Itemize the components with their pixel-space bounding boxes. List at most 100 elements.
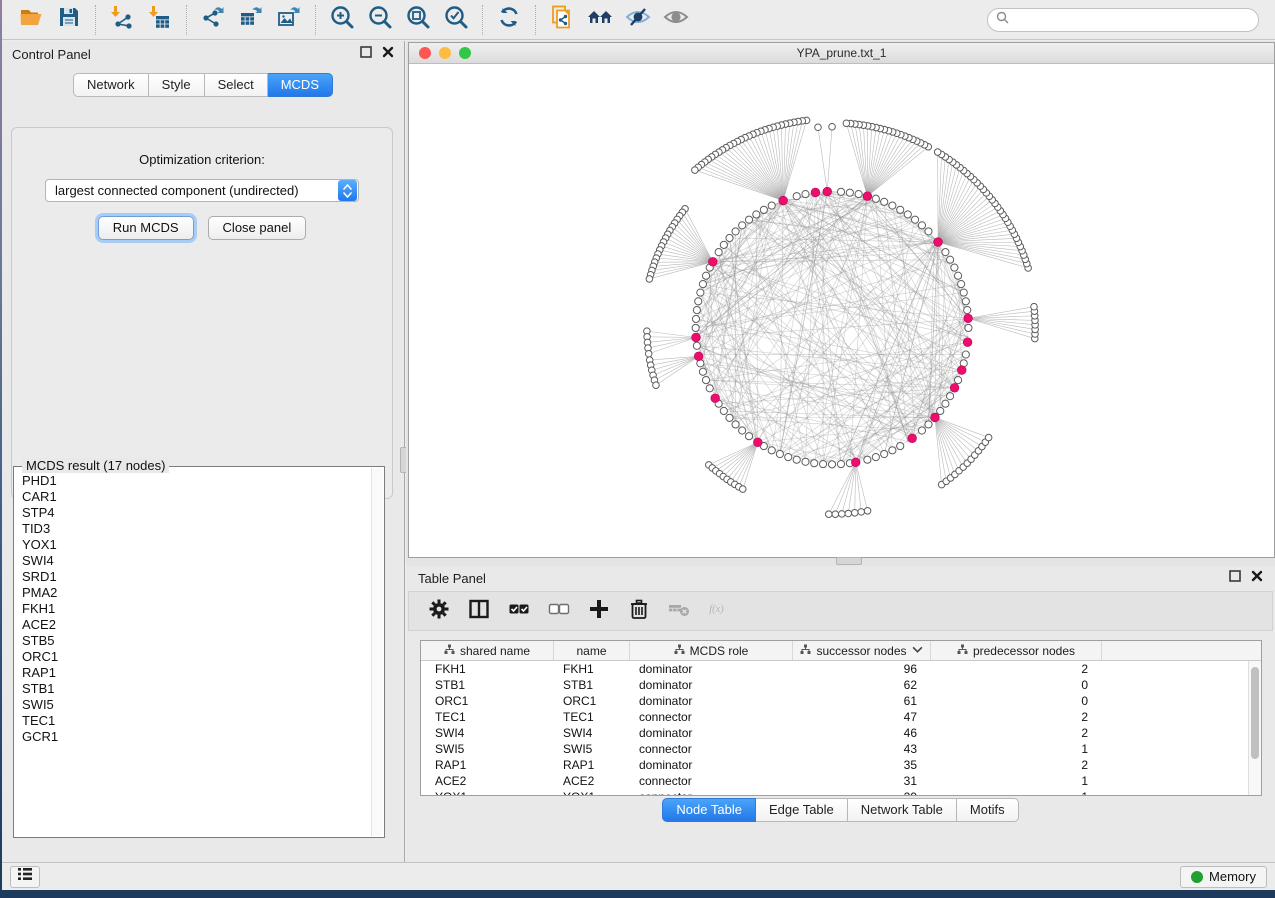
column-header-shared-name[interactable]: shared name [421, 641, 554, 660]
result-item[interactable]: ACE2 [22, 617, 370, 633]
eye-button[interactable] [657, 3, 695, 37]
result-item[interactable]: PMA2 [22, 585, 370, 601]
save-button[interactable] [50, 3, 88, 37]
table-scrollbar[interactable] [1248, 661, 1261, 795]
zoom-selected-button[interactable] [437, 3, 475, 37]
result-item[interactable]: TEC1 [22, 713, 370, 729]
application-window: Control Panel NetworkStyleSelectMCDS Opt… [2, 0, 1275, 890]
deselect-all-button[interactable] [541, 595, 577, 627]
network-window-titlebar[interactable]: YPA_prune.txt_1 [409, 43, 1274, 64]
table-row[interactable]: YOX1YOX1connector291 [421, 789, 1248, 795]
close-window-icon[interactable] [419, 47, 431, 59]
table-cell: 43 [793, 742, 931, 756]
table-row[interactable]: TEC1TEC1connector472 [421, 709, 1248, 725]
result-item[interactable]: CAR1 [22, 489, 370, 505]
import-network-button[interactable] [103, 3, 141, 37]
column-header-name[interactable]: name [554, 641, 630, 660]
table-row[interactable]: STB1STB1dominator620 [421, 677, 1248, 693]
export-table-button[interactable] [232, 3, 270, 37]
tab-style[interactable]: Style [149, 73, 205, 97]
result-item[interactable]: STB1 [22, 681, 370, 697]
search-box[interactable] [987, 8, 1259, 32]
close-panel-button[interactable]: Close panel [208, 216, 307, 240]
network-canvas[interactable] [409, 65, 1274, 557]
export-image-icon [276, 4, 302, 35]
table-cell: connector [630, 710, 793, 724]
table-cell: 1 [931, 774, 1102, 788]
export-image-button[interactable] [270, 3, 308, 37]
table-row[interactable]: FKH1FKH1dominator962 [421, 661, 1248, 677]
table-row[interactable]: ACE2ACE2connector311 [421, 773, 1248, 789]
maximize-window-icon[interactable] [459, 47, 471, 59]
table-cell: 61 [793, 694, 931, 708]
float-table-panel-icon[interactable] [1229, 569, 1241, 587]
table-cell: dominator [630, 758, 793, 772]
export-network-button[interactable] [194, 3, 232, 37]
export-web-button[interactable] [543, 3, 581, 37]
result-scrollbar[interactable] [371, 468, 383, 836]
columns-button[interactable] [461, 595, 497, 627]
result-item[interactable]: SRD1 [22, 569, 370, 585]
result-item[interactable]: PHD1 [22, 473, 370, 489]
result-item[interactable]: YOX1 [22, 537, 370, 553]
optimization-criterion-select[interactable]: largest connected component (undirected) [45, 179, 359, 202]
result-item[interactable]: SWI5 [22, 697, 370, 713]
table-row[interactable]: RAP1RAP1dominator352 [421, 757, 1248, 773]
column-header-successor-nodes[interactable]: successor nodes [793, 641, 931, 660]
tab-select[interactable]: Select [205, 73, 268, 97]
add-button[interactable] [581, 595, 617, 627]
float-panel-icon[interactable] [360, 45, 372, 63]
zoom-fit-button[interactable] [399, 3, 437, 37]
tab-motifs[interactable]: Motifs [957, 798, 1019, 822]
task-history-button[interactable] [10, 866, 40, 888]
tab-edge-table[interactable]: Edge Table [756, 798, 848, 822]
table-row[interactable]: SWI5SWI5connector431 [421, 741, 1248, 757]
memory-button[interactable]: Memory [1180, 866, 1267, 888]
table-cell: FKH1 [421, 662, 554, 676]
table-cell: FKH1 [554, 662, 630, 676]
table-cell: connector [630, 790, 793, 795]
columns-icon [468, 598, 490, 625]
table-cell: 2 [931, 758, 1102, 772]
refresh-button[interactable] [490, 3, 528, 37]
table-cell: ORC1 [554, 694, 630, 708]
trash-button[interactable] [621, 595, 657, 627]
optimization-criterion-label: Optimization criterion: [12, 152, 392, 167]
houses-button[interactable] [581, 3, 619, 37]
close-panel-icon[interactable] [382, 45, 394, 63]
table-row[interactable]: ORC1ORC1dominator610 [421, 693, 1248, 709]
open-button[interactable] [12, 3, 50, 37]
minimize-window-icon[interactable] [439, 47, 451, 59]
tab-network[interactable]: Network [73, 73, 149, 97]
eye-slash-button[interactable] [619, 3, 657, 37]
column-header-predecessor-nodes[interactable]: predecessor nodes [931, 641, 1102, 660]
column-header-MCDS-role[interactable]: MCDS role [630, 641, 793, 660]
horizontal-splitter-handle[interactable] [836, 557, 862, 565]
table-scrollbar-thumb[interactable] [1251, 667, 1259, 759]
tab-network-table[interactable]: Network Table [848, 798, 957, 822]
import-table-button[interactable] [141, 3, 179, 37]
result-item[interactable]: STP4 [22, 505, 370, 521]
table-cell: SWI4 [421, 726, 554, 740]
result-item[interactable]: SWI4 [22, 553, 370, 569]
result-item[interactable]: RAP1 [22, 665, 370, 681]
run-mcds-button[interactable]: Run MCDS [98, 216, 194, 240]
table-cell: 31 [793, 774, 931, 788]
result-item[interactable]: FKH1 [22, 601, 370, 617]
tab-node-table[interactable]: Node Table [662, 798, 756, 822]
result-item[interactable]: STB5 [22, 633, 370, 649]
result-item[interactable]: ORC1 [22, 649, 370, 665]
gear-button[interactable] [421, 595, 457, 627]
result-item[interactable]: TID3 [22, 521, 370, 537]
table-row[interactable]: SWI4SWI4dominator462 [421, 725, 1248, 741]
mcds-result-list[interactable]: PHD1CAR1STP4TID3YOX1SWI4SRD1PMA2FKH1ACE2… [16, 471, 370, 835]
zoom-in-button[interactable] [323, 3, 361, 37]
table-cell: RAP1 [421, 758, 554, 772]
select-all-button[interactable] [501, 595, 537, 627]
search-input[interactable] [1014, 13, 1250, 27]
result-item[interactable]: GCR1 [22, 729, 370, 745]
tab-mcds[interactable]: MCDS [268, 73, 333, 97]
toolbar-separator [315, 5, 316, 35]
zoom-out-button[interactable] [361, 3, 399, 37]
close-table-panel-icon[interactable] [1251, 569, 1263, 587]
